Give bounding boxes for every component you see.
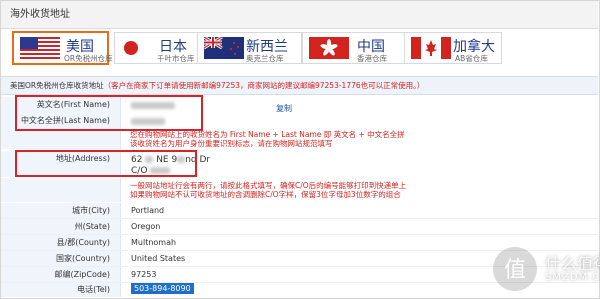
section-title: 海外收货地址 <box>1 1 598 29</box>
state-row: 州(State) Oregon <box>1 219 598 235</box>
country-value[interactable]: United States <box>131 254 185 263</box>
name-hint-line-1: 您在购物网站上的收货姓名为 First Name + Last Name 即 英… <box>130 130 405 139</box>
country-label: 国家(Country) <box>1 251 121 266</box>
last-name-label: 中文名全拼(Last Name) <box>1 113 121 129</box>
first-name-label: 英文名(First Name) <box>1 97 121 113</box>
canada-flag-icon <box>411 37 451 59</box>
address-hint-line-2: 如果购物网站不认可收货地址的含调删除C/O字样，保留3位字母加3位数字的组合 <box>130 190 401 199</box>
hong-kong-flag-icon <box>309 37 349 59</box>
tab-japan-warehouse[interactable]: 日本 千叶市仓库 <box>114 32 204 64</box>
last-name-row: 中文名全拼(Last Name) <box>1 113 598 129</box>
address-line-1-tail: nd Dr <box>185 155 211 165</box>
tab-sublabel: 千叶市仓库 <box>157 54 195 63</box>
address-hint-label-cell <box>1 178 121 202</box>
zipcode-notice: （客户在商家下订单请使用新邮编97253，商家网站的建议邮编97253-1776… <box>103 81 425 90</box>
name-hint-line-2: 该收货姓名为用户身份重要识别标志，请在购物网站规范填写 <box>130 139 333 148</box>
zip-value[interactable]: 97253 <box>131 270 156 279</box>
tab-sublabel: OR免税州仓库 <box>64 54 113 63</box>
tab-hong-kong-warehouse[interactable]: 中国 香港仓库 <box>302 32 407 64</box>
address-line-2[interactable]: C/O <box>131 166 171 176</box>
watermark-text: 什么值得买 <box>545 254 600 273</box>
tab-new-zealand-warehouse[interactable]: 新西兰 奥克兰仓库 <box>197 32 302 64</box>
address-row: 地址(Address) <box>1 151 598 177</box>
us-flag-icon <box>20 37 60 59</box>
zip-label: 邮编(ZipCode) <box>1 267 121 282</box>
watermark-subtext: SMZDM.COM <box>545 272 600 283</box>
new-zealand-flag-icon <box>204 37 244 59</box>
tab-us-warehouse[interactable]: 美国 OR免税州仓库 <box>12 31 113 65</box>
city-label: 城市(City) <box>1 203 121 218</box>
tab-sublabel: 奥克兰仓库 <box>246 54 284 63</box>
address-line-1-mid: NE 9 <box>156 155 178 165</box>
tab-sublabel: 香港仓库 <box>357 54 387 63</box>
address-header-title: 美国OR免税州仓库收货地址 <box>10 81 104 90</box>
name-hint-label-cell <box>1 129 121 149</box>
county-label: 县/郡(County) <box>1 235 121 250</box>
address-label: 地址(Address) <box>1 151 121 177</box>
first-name-row: 英文名(First Name) <box>1 97 598 113</box>
address-line-1[interactable]: 62 NE 9 nd Dr <box>131 155 210 165</box>
state-value[interactable]: Oregon <box>131 222 160 231</box>
city-row: 城市(City) Portland <box>1 203 598 219</box>
svg-text:值: 值 <box>504 258 526 283</box>
japan-flag-icon <box>121 37 161 59</box>
city-value[interactable]: Portland <box>131 206 164 215</box>
tab-canada-warehouse[interactable]: 加拿大 AB省仓库 <box>404 32 502 64</box>
first-name-value[interactable] <box>131 101 175 110</box>
address-line-2-start: C/O <box>131 166 148 176</box>
watermark-logo-icon: 值 <box>493 247 537 291</box>
last-name-value[interactable] <box>131 117 165 126</box>
county-value[interactable]: Multnomah <box>131 238 176 247</box>
address-header: 美国OR免税州仓库收货地址（客户在商家下订单请使用新邮编97253，商家网站的建… <box>1 76 598 95</box>
tel-label: 电话(Tel) <box>1 283 121 297</box>
address-hint-line-1: 一般网站地址行会有两行，请按此格式填写，确保C/O后的编号能够打印到快递单上 <box>130 181 407 190</box>
tab-sublabel: AB省仓库 <box>455 54 488 63</box>
tel-selected-text[interactable]: 503-894-8090 <box>131 283 194 294</box>
address-line-1-start: 62 <box>131 155 143 165</box>
state-label: 州(State) <box>1 219 121 234</box>
tel-value[interactable]: 503-894-8090 <box>131 283 194 294</box>
